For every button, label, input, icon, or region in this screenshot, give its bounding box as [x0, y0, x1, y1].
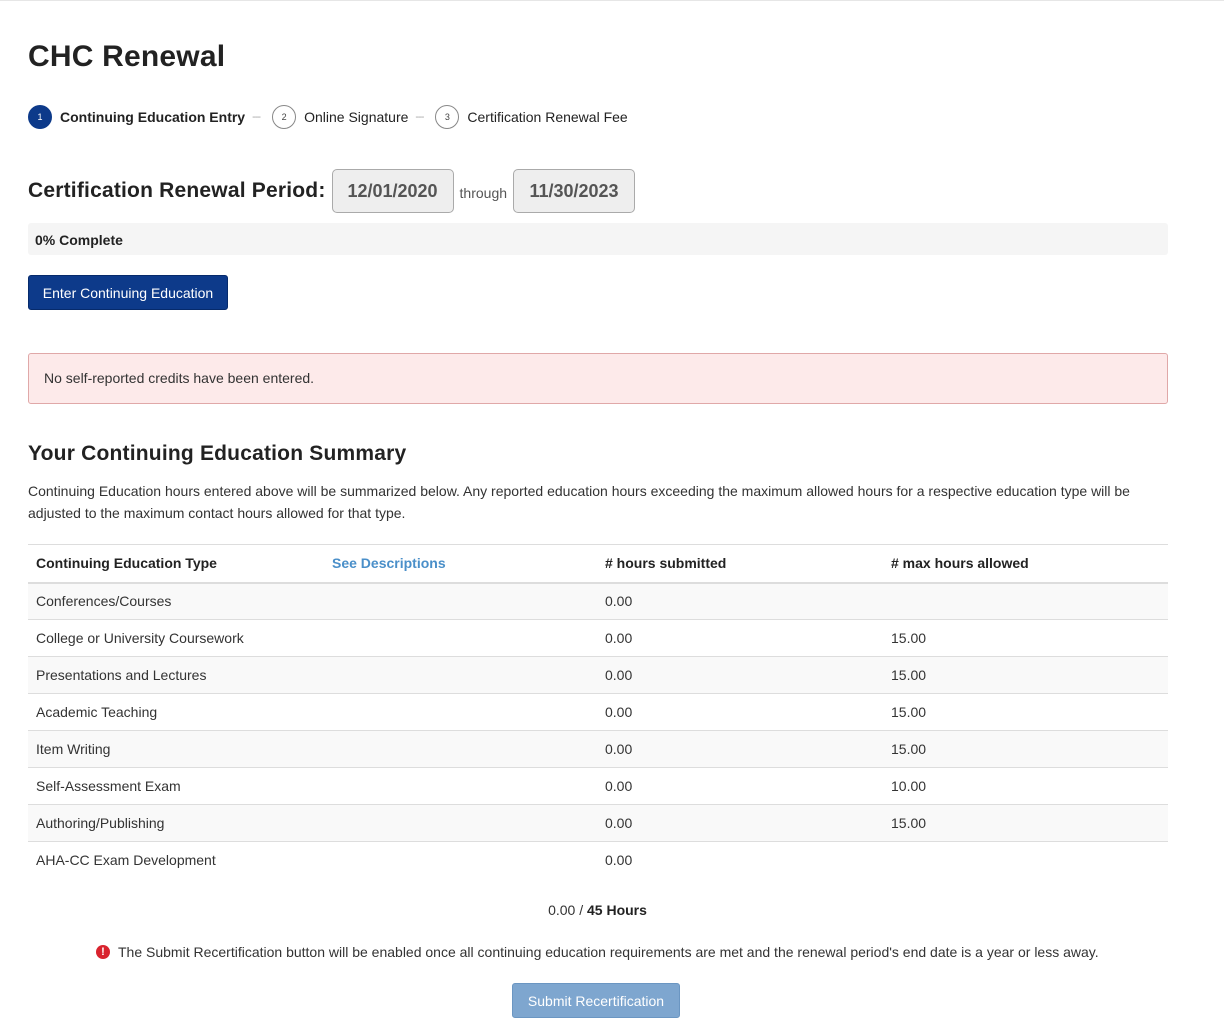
table-row: Conferences/Courses 0.00: [28, 582, 1168, 620]
progress-text: 0% Complete: [35, 232, 123, 248]
cell-empty: [324, 619, 597, 657]
cell-empty: [324, 841, 597, 879]
cell-ce-type: College or University Coursework: [28, 619, 324, 657]
summary-description: Continuing Education hours entered above…: [28, 483, 1130, 521]
no-credits-alert: No self-reported credits have been enter…: [28, 353, 1168, 404]
table-row: Item Writing 0.00 15.00: [28, 730, 1168, 768]
cell-max-hours: 15.00: [883, 619, 1168, 657]
cell-max-hours: [883, 841, 1168, 879]
cell-hours-submitted: 0.00: [597, 730, 883, 768]
summary-title: Your Continuing Education Summary: [28, 442, 407, 465]
cell-ce-type: Self-Assessment Exam: [28, 767, 324, 805]
total-separator: /: [579, 902, 584, 918]
cell-hours-submitted: 0.00: [597, 841, 883, 879]
cell-max-hours: 15.00: [883, 693, 1168, 731]
cell-ce-type: Presentations and Lectures: [28, 656, 324, 694]
cell-hours-submitted: 0.00: [597, 582, 883, 620]
cell-hours-submitted: 0.00: [597, 804, 883, 842]
period-end-date: 11/30/2023: [513, 169, 636, 213]
progress-bar: 0% Complete: [28, 223, 1168, 255]
renewal-period: Certification Renewal Period: 12/01/2020…: [28, 169, 636, 213]
cell-ce-type: Conferences/Courses: [28, 582, 324, 620]
submit-notice: ! The Submit Recertification button will…: [96, 944, 1099, 960]
step-label: Continuing Education Entry: [60, 109, 246, 125]
submit-recertification-button[interactable]: Submit Recertification: [512, 983, 680, 1018]
step-renewal-fee: 3 Certification Renewal Fee: [435, 105, 628, 129]
cell-max-hours: 15.00: [883, 730, 1168, 768]
top-border: [0, 0, 1224, 2]
step-ce-entry: 1 Continuing Education Entry: [28, 105, 245, 129]
exclamation-circle-icon: !: [96, 945, 110, 959]
cell-ce-type: Academic Teaching: [28, 693, 324, 731]
total-submitted: 0.00: [548, 902, 576, 918]
period-start-date: 12/01/2020: [331, 169, 454, 213]
notice-text: The Submit Recertification button will b…: [118, 944, 1099, 960]
cell-ce-type: Authoring/Publishing: [28, 804, 324, 842]
cell-hours-submitted: 0.00: [597, 693, 883, 731]
cell-empty: [324, 767, 597, 805]
cell-max-hours: 10.00: [883, 767, 1168, 805]
cell-ce-type: Item Writing: [28, 730, 324, 768]
step-number-circle: 3: [435, 105, 460, 129]
cell-hours-submitted: 0.00: [597, 619, 883, 657]
cell-max-hours: 15.00: [883, 804, 1168, 842]
cell-hours-submitted: 0.00: [597, 656, 883, 694]
table-header-row: Continuing Education Type See Descriptio…: [28, 544, 1168, 584]
cell-max-hours: [883, 582, 1168, 620]
step-number-circle: 1: [28, 105, 52, 129]
step-number-circle: 2: [272, 105, 297, 129]
see-descriptions-link[interactable]: See Descriptions: [324, 544, 597, 584]
cell-hours-submitted: 0.00: [597, 767, 883, 805]
header-max-hours: # max hours allowed: [883, 544, 1168, 584]
total-required: 45 Hours: [587, 902, 647, 918]
cell-ce-type: AHA-CC Exam Development: [28, 841, 324, 879]
ce-summary-table: Continuing Education Type See Descriptio…: [28, 544, 1168, 879]
cell-empty: [324, 582, 597, 620]
step-online-signature: 2 Online Signature: [272, 105, 408, 129]
step-separator: ---: [415, 111, 424, 123]
enter-continuing-education-button[interactable]: Enter Continuing Education: [28, 275, 228, 310]
step-indicator: 1 Continuing Education Entry --- 2 Onlin…: [28, 105, 628, 129]
header-ce-type: Continuing Education Type: [28, 544, 324, 584]
cell-empty: [324, 656, 597, 694]
cell-empty: [324, 730, 597, 768]
page-title: CHC Renewal: [28, 40, 226, 73]
table-row: AHA-CC Exam Development 0.00: [28, 841, 1168, 879]
table-row: Presentations and Lectures 0.00 15.00: [28, 656, 1168, 694]
header-hours-submitted: # hours submitted: [597, 544, 883, 584]
table-row: Academic Teaching 0.00 15.00: [28, 693, 1168, 731]
cell-empty: [324, 804, 597, 842]
table-row: College or University Coursework 0.00 15…: [28, 619, 1168, 657]
step-separator: ---: [252, 111, 261, 123]
table-row: Authoring/Publishing 0.00 15.00: [28, 804, 1168, 842]
alert-message: No self-reported credits have been enter…: [44, 370, 315, 386]
step-label: Online Signature: [304, 109, 409, 125]
table-row: Self-Assessment Exam 0.00 10.00: [28, 767, 1168, 805]
renewal-period-label: Certification Renewal Period:: [28, 179, 326, 202]
through-label: through: [459, 185, 508, 201]
step-label: Certification Renewal Fee: [467, 109, 628, 125]
hours-total: 0.00 / 45 Hours: [0, 902, 1195, 918]
cell-max-hours: 15.00: [883, 656, 1168, 694]
cell-empty: [324, 693, 597, 731]
